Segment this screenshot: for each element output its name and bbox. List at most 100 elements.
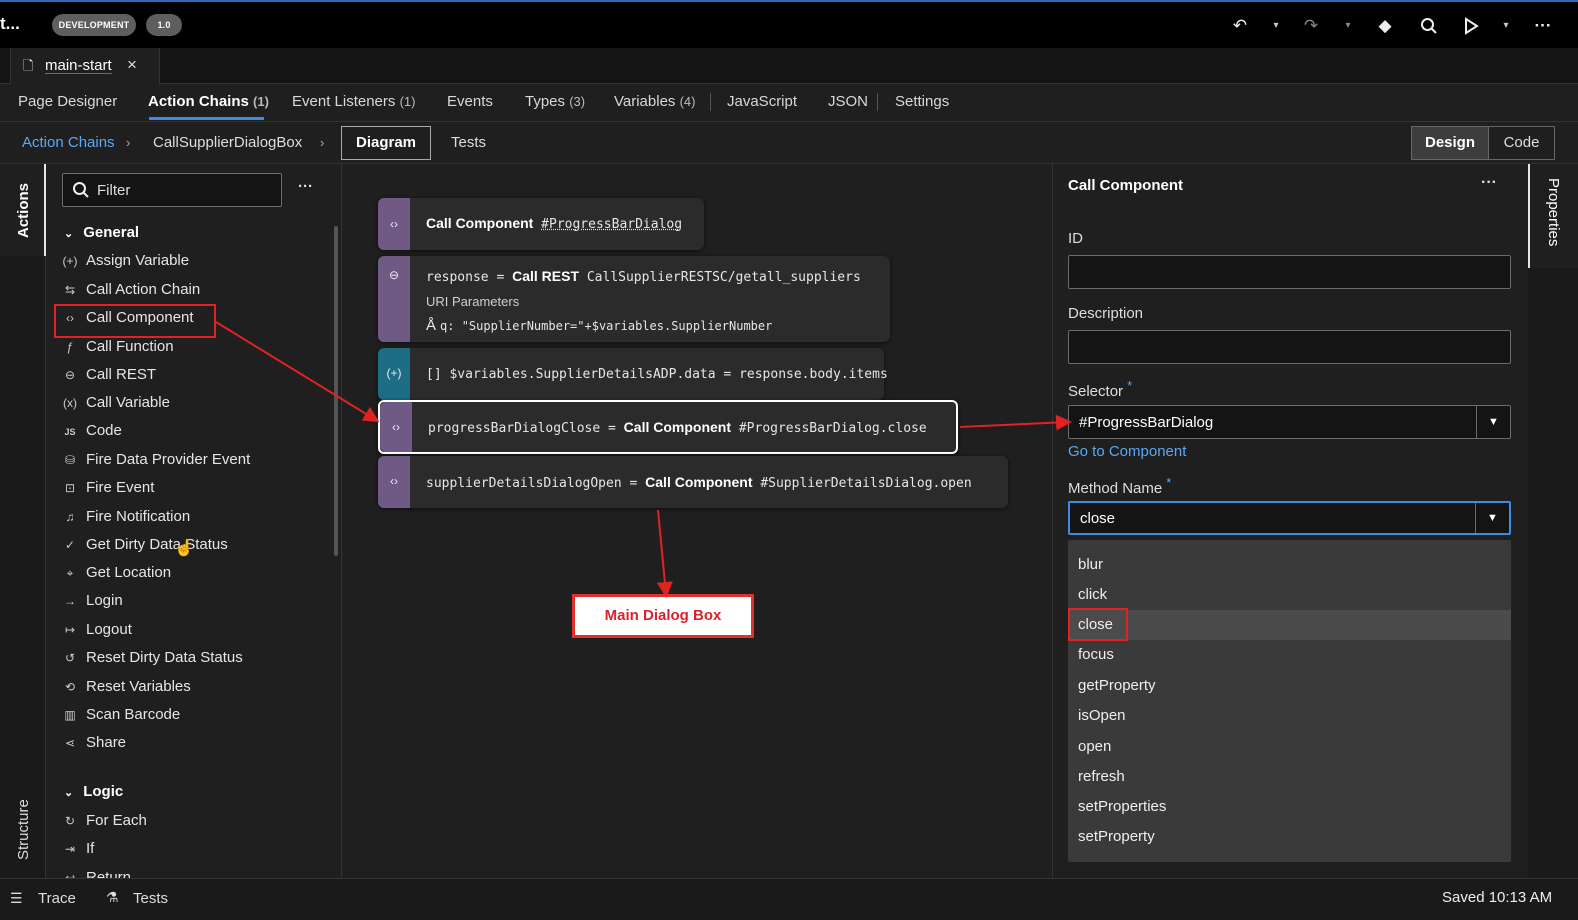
call-rest-icon: ⊖ [388,268,400,282]
action-if[interactable]: ⇥ If [60,838,94,860]
option-click[interactable]: click [1068,580,1511,610]
action-fire-notification[interactable]: ♫ Fire Notification [60,506,191,528]
node-call-component-close[interactable]: ‹› progressBarDialogClose = Call Compone… [378,400,958,454]
option-open[interactable]: open [1068,732,1511,762]
selector-select[interactable]: #ProgressBarDialog ▼ [1068,405,1511,439]
chevron-right-icon: › [320,135,325,150]
action-code[interactable]: JS Code [60,420,121,442]
option-blur[interactable]: blur [1068,550,1511,580]
undo-icon[interactable]: ↶ [1229,15,1251,37]
action-logout[interactable]: ↦ Logout [60,619,132,641]
option-close[interactable]: close [1068,610,1511,640]
more-icon[interactable]: ··· [1481,174,1497,192]
run-menu-chevron-down-icon[interactable]: ▾ [1500,15,1512,37]
barcode-icon: ▥ [64,708,76,722]
tab-action-chains[interactable]: Action Chains (1) [148,93,269,110]
environment-badge: DEVELOPMENT [52,14,136,36]
action-reset-variables[interactable]: ⟲ Reset Variables [60,676,191,698]
group-logic[interactable]: ⌄ Logic [64,783,123,800]
diagram-canvas[interactable]: ‹› Call Component #ProgressBarDialog ⊖ r… [342,164,1052,878]
more-icon[interactable]: ··· [298,178,313,195]
action-call-rest[interactable]: ⊖ Call REST [60,364,156,386]
reset-dirty-data-status-icon: ↺ [64,651,76,665]
tab-events[interactable]: Events [447,93,493,110]
trace-button[interactable]: Trace [38,890,76,907]
for-each-icon: ↻ [64,814,76,828]
return-icon: ↩ [64,871,76,878]
if-icon: ⇥ [64,842,76,856]
code-mode-button[interactable]: Code [1489,126,1555,160]
app-title[interactable]: t... [0,14,20,34]
tab-json[interactable]: JSON [828,93,868,110]
breadcrumb-current-chain[interactable]: CallSupplierDialogBox [153,134,302,151]
action-call-action-chain[interactable]: ⇆ Call Action Chain [60,279,200,301]
action-for-each[interactable]: ↻ For Each [60,810,147,832]
filter-input[interactable]: Filter [62,173,282,207]
node-call-component-supplier[interactable]: ‹› supplierDetailsDialogOpen = Call Comp… [378,456,1008,508]
action-share[interactable]: ⋖ Share [60,732,126,754]
git-icon[interactable]: ◆ [1374,15,1396,37]
action-reset-dirty-data-status[interactable]: ↺ Reset Dirty Data Status [60,647,243,669]
close-icon[interactable]: × [127,55,137,75]
tests-view-button[interactable]: Tests [451,134,486,151]
diagram-view-button[interactable]: Diagram [341,126,431,160]
actions-rail-tab[interactable]: Actions [0,164,46,256]
tests-button[interactable]: Tests [133,890,168,907]
assign-variable-icon: (+) [62,254,78,268]
description-input[interactable] [1068,330,1511,364]
chevron-down-icon: ⌄ [64,787,74,799]
saved-status: Saved 10:13 AM [1442,889,1553,906]
node-assign-variable[interactable]: (+) [] $variables.SupplierDetailsADP.dat… [378,348,888,400]
option-getproperty[interactable]: getProperty [1068,671,1511,701]
redo-menu-chevron-down-icon[interactable]: ▾ [1342,15,1354,37]
action-call-function[interactable]: ƒ Call Function [60,336,174,358]
action-assign-variable[interactable]: (+) Assign Variable [60,250,190,272]
go-to-component-link[interactable]: Go to Component [1068,443,1186,460]
required-mark: * [1166,476,1172,490]
group-general[interactable]: ⌄ General [64,224,139,241]
tab-javascript[interactable]: JavaScript [727,93,797,110]
tab-event-listeners[interactable]: Event Listeners (1) [292,93,415,110]
action-call-variable[interactable]: (x) Call Variable [60,392,170,414]
search-icon[interactable] [1418,15,1440,37]
chevron-down-icon[interactable]: ▼ [1475,503,1509,533]
tab-variables[interactable]: Variables (4) [614,93,695,110]
structure-rail-tab[interactable]: Structure [15,799,32,860]
call-variable-icon: (x) [63,396,77,410]
action-scan-barcode[interactable]: ▥ Scan Barcode [60,704,180,726]
node-call-component-open[interactable]: ‹› Call Component #ProgressBarDialog [378,198,704,250]
node-call-rest[interactable]: ⊖ response = Call REST CallSupplierRESTS… [378,256,890,342]
properties-rail-tab[interactable]: Properties [1528,164,1578,268]
tab-types[interactable]: Types (3) [525,93,585,110]
action-fire-event[interactable]: ⊡ Fire Event [60,477,154,499]
description-label: Description [1068,305,1144,322]
node-strip: (+) [378,348,410,400]
action-login[interactable]: → Login [60,590,123,612]
action-get-location[interactable]: ⌖ Get Location [60,562,171,584]
method-name-select[interactable]: close ▼ [1068,501,1511,535]
undo-menu-chevron-down-icon[interactable]: ▾ [1270,15,1282,37]
highlight-box-call-component [54,304,216,338]
action-get-dirty-data-status[interactable]: ✓ Get Dirty Data Status [60,534,228,556]
param-icon: Å [426,317,437,334]
option-setproperties[interactable]: setProperties [1068,792,1511,822]
redo-icon[interactable]: ↷ [1300,15,1322,37]
action-fire-data-provider-event[interactable]: ⛁ Fire Data Provider Event [60,449,250,471]
option-setproperty[interactable]: setProperty [1068,822,1511,852]
option-isopen[interactable]: isOpen [1068,701,1511,731]
action-return[interactable]: ↩ Return [60,867,131,878]
id-label: ID [1068,230,1083,247]
file-tab-main-start[interactable]: 🗋 main-start × [10,48,160,84]
id-input[interactable] [1068,255,1511,289]
option-refresh[interactable]: refresh [1068,762,1511,792]
design-mode-button[interactable]: Design [1411,126,1489,160]
run-icon[interactable] [1460,15,1482,37]
breadcrumb-action-chains-link[interactable]: Action Chains [22,134,115,151]
tab-settings[interactable]: Settings [895,93,949,110]
actions-scrollbar[interactable] [334,226,338,556]
code-icon: JS [64,427,76,437]
more-icon[interactable]: ··· [1532,15,1554,37]
tab-page-designer[interactable]: Page Designer [18,93,117,110]
option-focus[interactable]: focus [1068,640,1511,670]
chevron-down-icon[interactable]: ▼ [1476,406,1510,438]
